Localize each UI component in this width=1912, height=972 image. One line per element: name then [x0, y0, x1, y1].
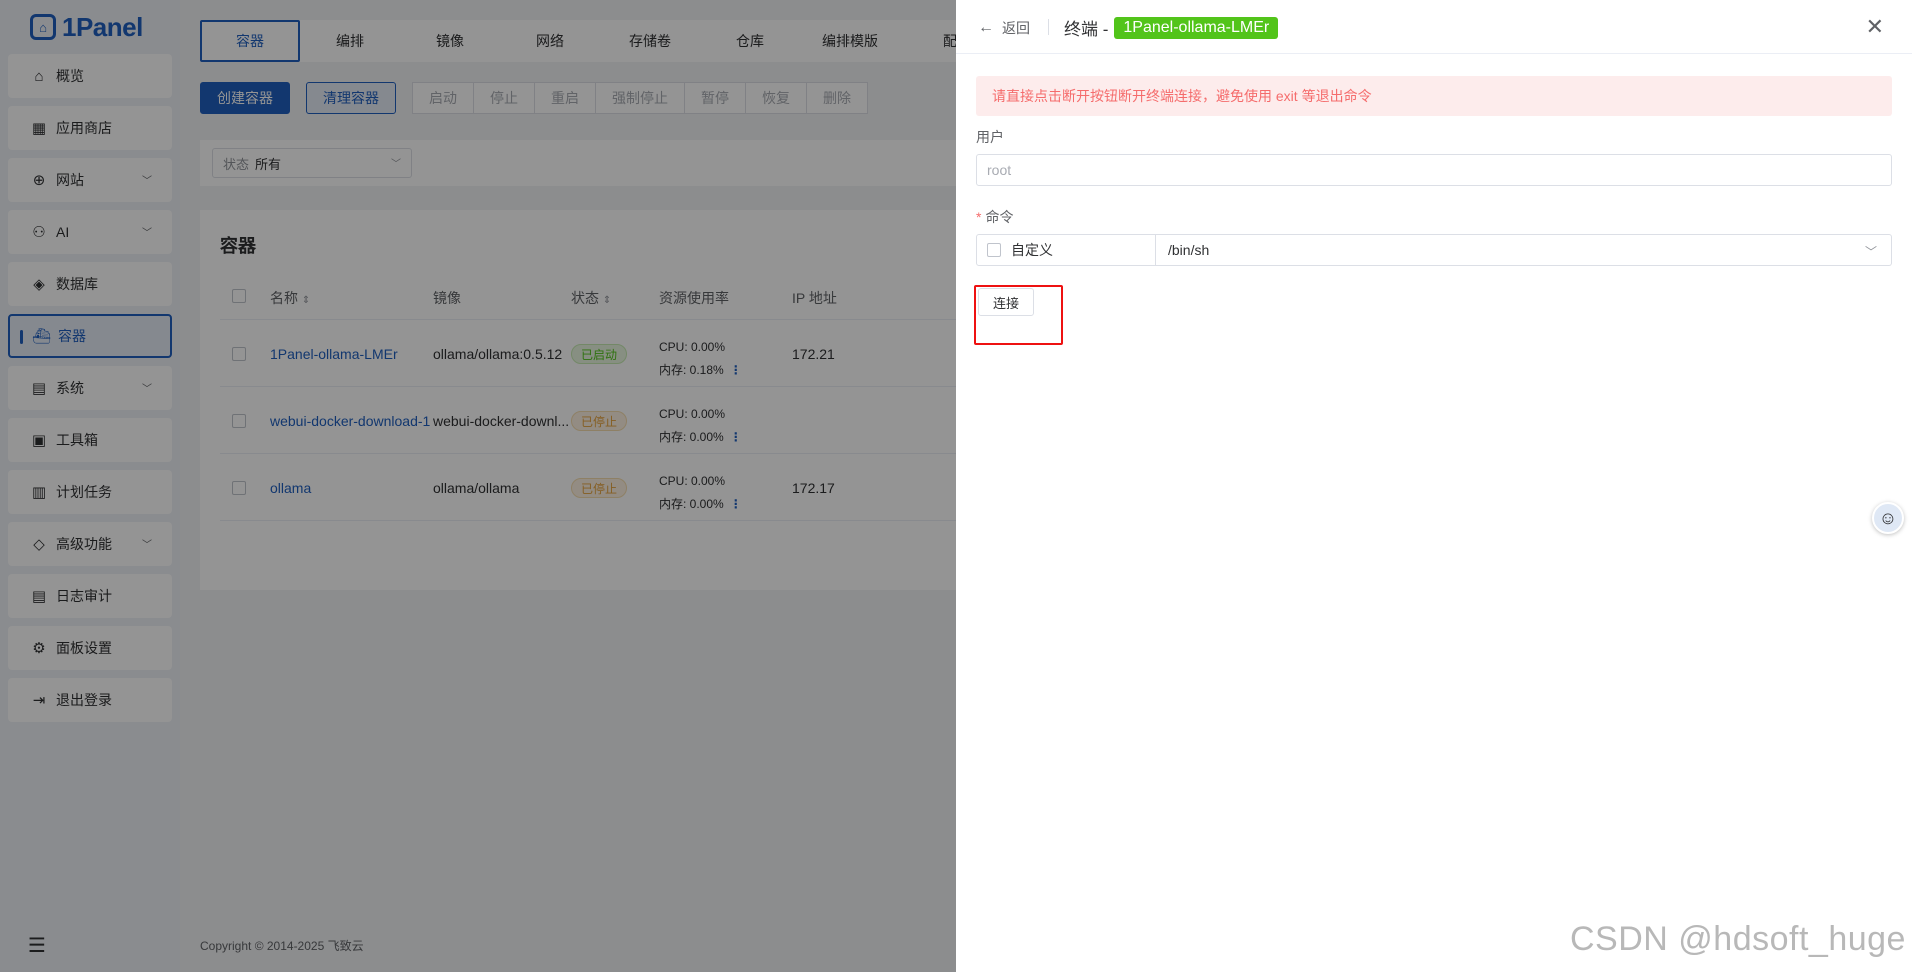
command-select-value: /bin/sh	[1168, 242, 1210, 258]
user-label: 用户	[976, 129, 1004, 145]
header-divider	[1048, 19, 1049, 35]
close-icon[interactable]: ✕	[1866, 14, 1884, 40]
back-button[interactable]: ← 返回	[978, 18, 1030, 38]
command-row: 自定义 /bin/sh ﹀	[976, 234, 1892, 266]
command-select[interactable]: /bin/sh ﹀	[1156, 234, 1892, 266]
user-placeholder: root	[987, 162, 1012, 178]
checkbox-box	[987, 243, 1001, 257]
avatar-face-icon: ☺	[1878, 507, 1898, 528]
drawer-title: 终端 - 1Panel-ollama-LMEr	[1064, 15, 1279, 40]
annotation-highlight-box	[974, 285, 1063, 345]
container-name-tag: 1Panel-ollama-LMEr	[1114, 16, 1279, 39]
command-label: * 命令	[976, 207, 1013, 227]
required-mark: *	[976, 209, 982, 225]
drawer-title-prefix: 终端 -	[1064, 20, 1109, 39]
custom-command-checkbox[interactable]: 自定义	[976, 234, 1156, 266]
watermark: CSDN @hdsoft_huge	[1570, 920, 1906, 958]
assistant-avatar[interactable]: ☺	[1872, 502, 1904, 534]
user-input[interactable]: root	[976, 154, 1892, 186]
chevron-down-icon: ﹀	[1864, 245, 1877, 259]
drawer-header: ← 返回 终端 - 1Panel-ollama-LMEr ✕	[956, 0, 1912, 54]
warning-alert: 请直接点击断开按钮断开终端连接，避免使用 exit 等退出命令	[976, 76, 1892, 116]
command-label-text: 命令	[985, 209, 1014, 225]
terminal-drawer: ← 返回 终端 - 1Panel-ollama-LMEr ✕ 请直接点击断开按钮…	[956, 0, 1912, 972]
arrow-left-icon: ←	[978, 19, 994, 36]
custom-command-label: 自定义	[1011, 242, 1053, 258]
modal-overlay[interactable]	[0, 0, 956, 972]
back-label: 返回	[1002, 20, 1030, 36]
